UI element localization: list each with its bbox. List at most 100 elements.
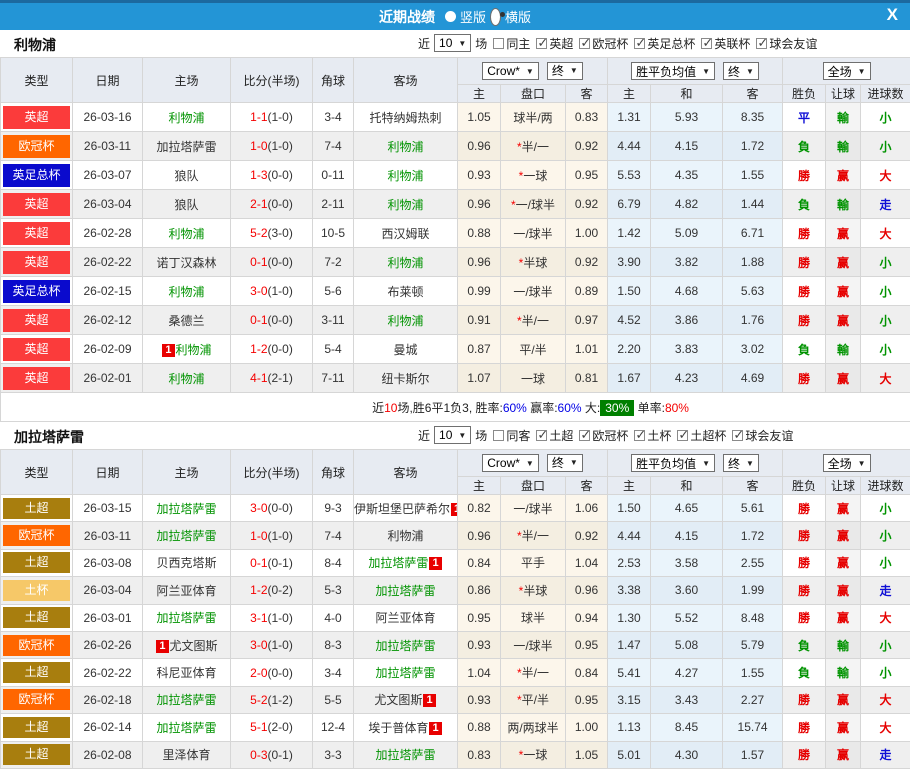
away-team-cell: 埃于普体育1: [354, 714, 458, 741]
col-score: 比分(半场): [231, 58, 313, 103]
avg-select[interactable]: 胜平负均值: [631, 62, 715, 80]
score-cell: 0-1(0-0): [231, 248, 313, 277]
result-cell: 勝: [783, 686, 826, 713]
home-team-name: 里泽体育: [162, 748, 210, 762]
odds-final-select[interactable]: 终: [547, 454, 583, 472]
league-badge: 英超: [3, 251, 70, 274]
table-row: 土杯 26-03-04 阿兰亚体育 1-2(0-2) 5-3 加拉塔萨雷 0.8…: [1, 577, 910, 604]
match-date: 26-03-01: [73, 604, 143, 631]
avg-home-cell: 5.01: [608, 741, 651, 768]
handicap-result-cell: 赢: [826, 522, 861, 549]
away-team-name: 加拉塔萨雷: [375, 639, 435, 653]
avg-home-cell: 4.44: [608, 522, 651, 549]
match-date: 26-03-11: [73, 522, 143, 549]
odds-final-select[interactable]: 终: [547, 62, 583, 80]
home-team-cell: 里泽体育: [143, 741, 231, 768]
league-filter-0-checkbox[interactable]: [536, 38, 547, 49]
avg-home-cell: 2.20: [608, 335, 651, 364]
odds-company-select[interactable]: Crow*: [482, 62, 539, 80]
score-cell: 2-1(0-0): [231, 190, 313, 219]
games-count-select[interactable]: 10: [434, 426, 471, 444]
avg-select[interactable]: 胜平负均值: [631, 454, 715, 472]
vertical-mode-radio[interactable]: [445, 11, 456, 22]
table-row: 欧冠杯 26-03-11 加拉塔萨雷 1-0(1-0) 7-4 利物浦 0.96…: [1, 522, 910, 549]
score-cell: 3-0(0-0): [231, 495, 313, 522]
avg-draw-cell: 5.08: [651, 631, 723, 658]
corner-cell: 10-5: [313, 219, 354, 248]
subcol-0: 主: [458, 477, 501, 495]
league-filter-3-label: 英联杯: [714, 35, 750, 52]
home-team-name: 桑德兰: [168, 314, 204, 328]
table-row: 土超 26-02-14 加拉塔萨雷 5-1(2-0) 12-4 埃于普体育1 0…: [1, 714, 910, 741]
scope-select[interactable]: 全场: [823, 454, 871, 472]
table-row: 英足总杯 26-02-15 利物浦 3-0(1-0) 5-6 布莱顿 0.99 …: [1, 277, 910, 306]
home-team-name: 加拉塔萨雷: [156, 529, 216, 543]
goals-result-cell: 小: [861, 495, 910, 522]
league-cell: 土超: [1, 495, 73, 522]
home-team-name: 贝西克塔斯: [156, 556, 216, 570]
score-cell: 5-1(2-0): [231, 714, 313, 741]
league-filter-4-checkbox[interactable]: [756, 38, 767, 49]
league-filter-1-checkbox[interactable]: [579, 38, 590, 49]
odds-company-select[interactable]: Crow*: [482, 454, 539, 472]
col-away: 客场: [354, 58, 458, 103]
league-cell: 欧冠杯: [1, 631, 73, 658]
league-badge: 土杯: [3, 580, 70, 601]
score-cell: 4-1(2-1): [231, 364, 313, 393]
games-count-select[interactable]: 10: [434, 34, 471, 52]
result-cell: 負: [783, 659, 826, 686]
result-cell: 負: [783, 190, 826, 219]
league-filter-2-checkbox[interactable]: [634, 38, 645, 49]
away-team-cell: 加拉塔萨雷: [354, 741, 458, 768]
red-card-badge: 1: [156, 640, 168, 653]
scope-select[interactable]: 全场: [823, 62, 871, 80]
handicap-cell: 一/球半: [501, 277, 566, 306]
league-badge: 英超: [3, 309, 70, 332]
odds-home-cell: 0.86: [458, 577, 501, 604]
league-cell: 英超: [1, 219, 73, 248]
home-team-name: 利物浦: [168, 285, 204, 299]
avg-away-cell: 4.69: [723, 364, 783, 393]
avg-final-select[interactable]: 终: [723, 454, 759, 472]
league-filter-0-checkbox[interactable]: [536, 430, 547, 441]
handicap-cell: 球半/两: [501, 103, 566, 132]
same-venue-checkbox[interactable]: [493, 430, 504, 441]
same-venue-checkbox[interactable]: [493, 38, 504, 49]
away-team-name: 利物浦: [387, 140, 423, 154]
away-team-name: 利物浦: [387, 314, 423, 328]
close-icon[interactable]: X: [887, 5, 898, 25]
score-cell: 3-1(1-0): [231, 604, 313, 631]
match-date: 26-02-22: [73, 248, 143, 277]
corner-cell: 3-11: [313, 306, 354, 335]
league-filter-3-checkbox[interactable]: [677, 430, 688, 441]
goals-result-cell: 小: [861, 306, 910, 335]
score-cell: 5-2(3-0): [231, 219, 313, 248]
goals-result-cell: 小: [861, 522, 910, 549]
league-filter-4-checkbox[interactable]: [732, 430, 743, 441]
handicap-cell: 两/两球半: [501, 714, 566, 741]
away-team-cell: 加拉塔萨雷: [354, 659, 458, 686]
result-cell: 勝: [783, 248, 826, 277]
away-team-name: 埃于普体育: [368, 721, 428, 735]
goals-result-cell: 小: [861, 248, 910, 277]
handicap-result-cell: 輸: [826, 190, 861, 219]
score-cell: 5-2(1-2): [231, 686, 313, 713]
score-cell: 3-0(1-0): [231, 631, 313, 658]
table-row: 土超 26-03-08 贝西克塔斯 0-1(0-1) 8-4 加拉塔萨雷1 0.…: [1, 549, 910, 576]
avg-home-cell: 1.13: [608, 714, 651, 741]
table-row: 英足总杯 26-03-07 狼队 1-3(0-0) 0-11 利物浦 0.93 …: [1, 161, 910, 190]
section-header: 加拉塔萨雷 近 10 场 同客 土超欧冠杯土杯土超杯球会友谊: [0, 422, 910, 449]
odds-home-cell: 1.04: [458, 659, 501, 686]
league-badge: 土超: [3, 498, 70, 519]
goals-result-cell: 小: [861, 631, 910, 658]
avg-draw-cell: 4.30: [651, 741, 723, 768]
goals-result-cell: 大: [861, 686, 910, 713]
result-cell: 勝: [783, 306, 826, 335]
league-filter-1-checkbox[interactable]: [579, 430, 590, 441]
league-filter-3-checkbox[interactable]: [701, 38, 712, 49]
horizontal-mode-radio[interactable]: [490, 8, 501, 26]
league-filter-2-checkbox[interactable]: [634, 430, 645, 441]
home-team-name: 加拉塔萨雷: [156, 140, 216, 154]
avg-home-cell: 4.44: [608, 132, 651, 161]
avg-final-select[interactable]: 终: [723, 62, 759, 80]
